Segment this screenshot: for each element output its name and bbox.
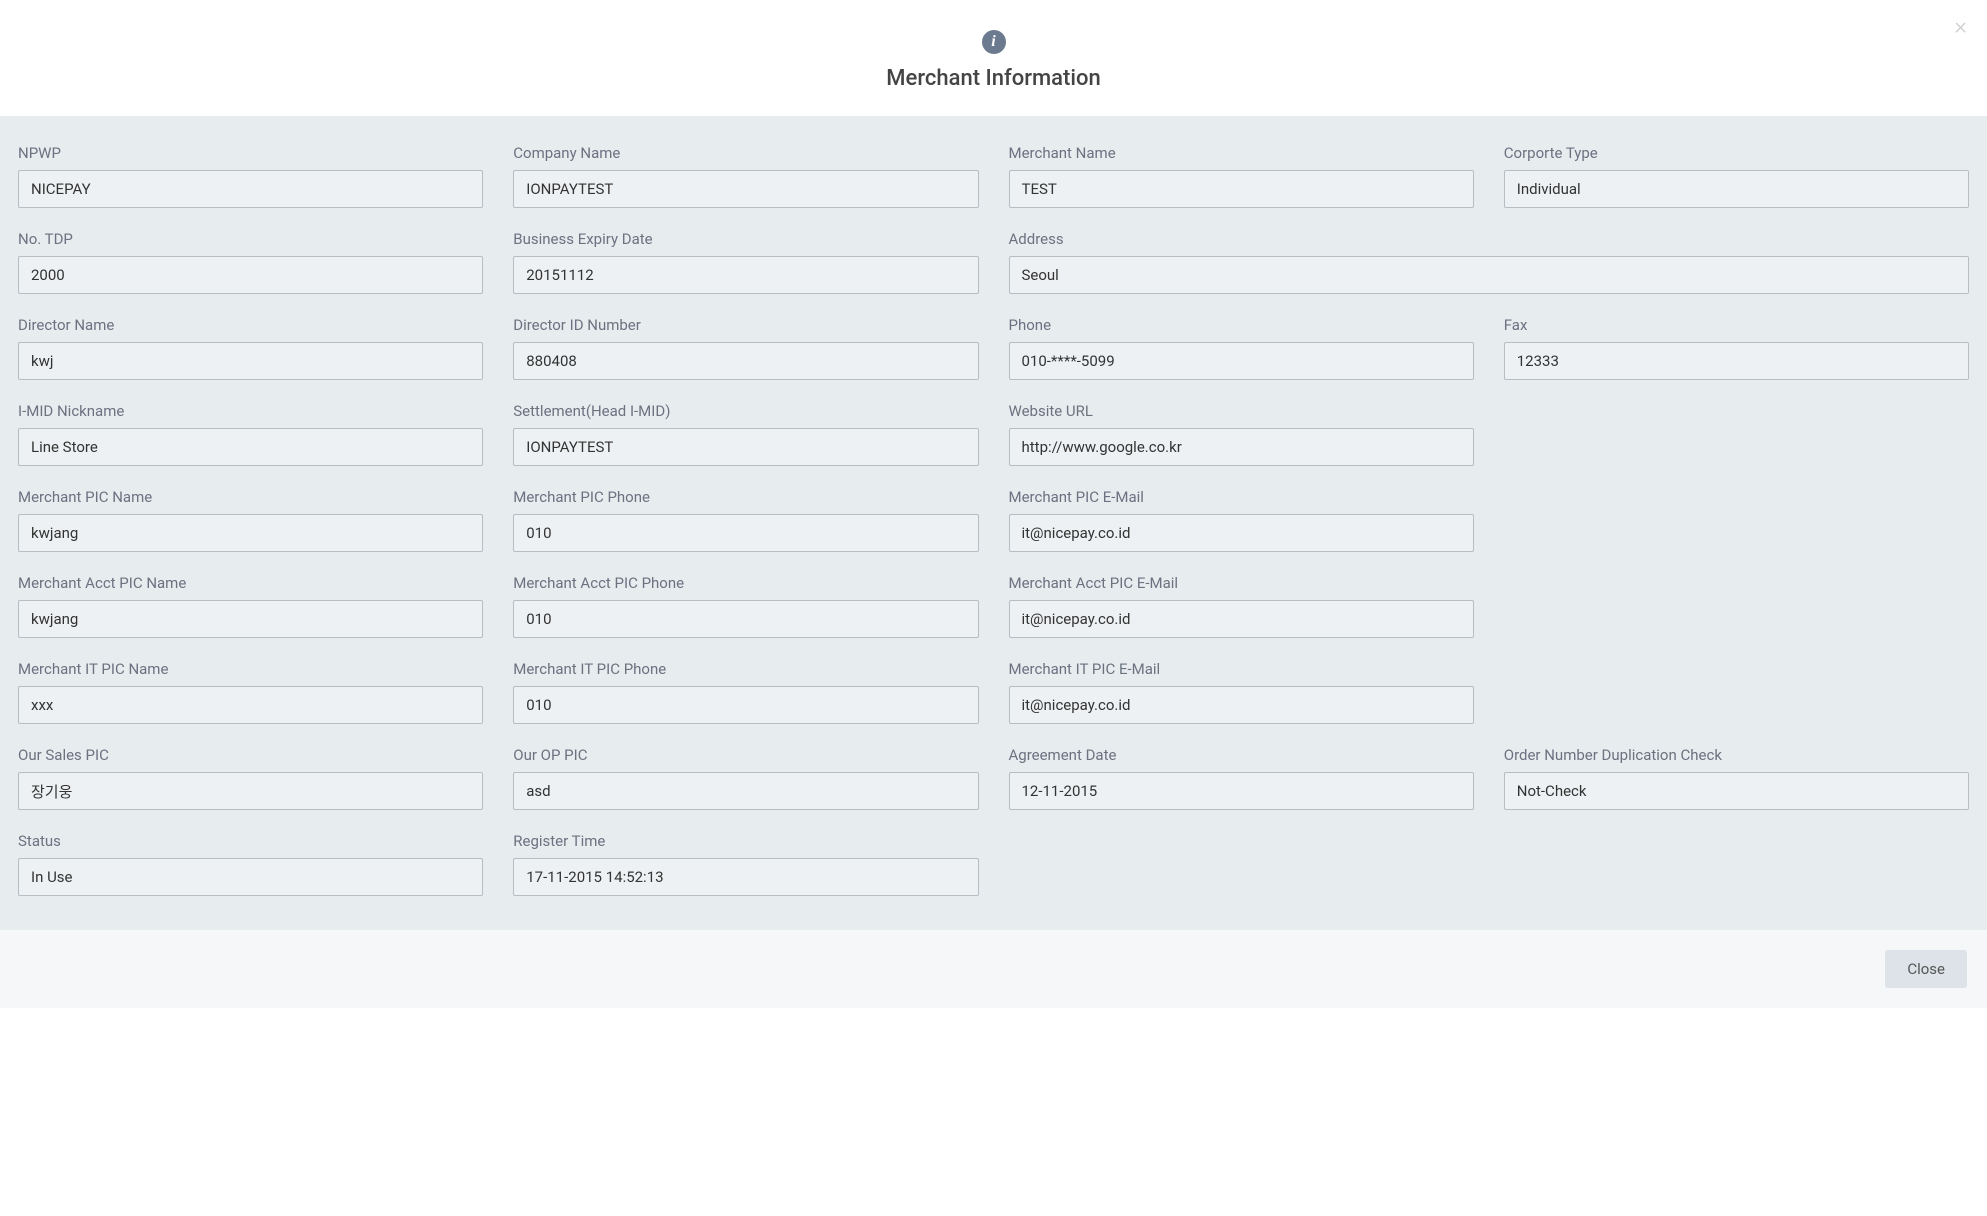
input-merchant-it-pic-name[interactable]: [18, 686, 483, 724]
label-website-url: Website URL: [1009, 402, 1474, 420]
label-npwp: NPWP: [18, 144, 483, 162]
label-merchant-it-pic-name: Merchant IT PIC Name: [18, 660, 483, 678]
label-merchant-acct-pic-name: Merchant Acct PIC Name: [18, 574, 483, 592]
field-merchant-pic-phone: Merchant PIC Phone: [513, 488, 978, 552]
field-merchant-it-pic-email: Merchant IT PIC E-Mail: [1009, 660, 1474, 724]
input-address[interactable]: [1009, 256, 1970, 294]
field-register-time: Register Time: [513, 832, 978, 896]
label-company-name: Company Name: [513, 144, 978, 162]
label-order-number-dup-check: Order Number Duplication Check: [1504, 746, 1969, 764]
label-our-sales-pic: Our Sales PIC: [18, 746, 483, 764]
label-director-name: Director Name: [18, 316, 483, 334]
label-fax: Fax: [1504, 316, 1969, 334]
label-merchant-it-pic-phone: Merchant IT PIC Phone: [513, 660, 978, 678]
label-corporate-type: Corporte Type: [1504, 144, 1969, 162]
field-merchant-acct-pic-phone: Merchant Acct PIC Phone: [513, 574, 978, 638]
input-corporate-type[interactable]: [1504, 170, 1969, 208]
label-merchant-name: Merchant Name: [1009, 144, 1474, 162]
close-button[interactable]: Close: [1885, 950, 1967, 988]
input-imid-nickname[interactable]: [18, 428, 483, 466]
field-imid-nickname: I-MID Nickname: [18, 402, 483, 466]
label-status: Status: [18, 832, 483, 850]
field-company-name: Company Name: [513, 144, 978, 208]
modal-footer: Close: [0, 930, 1987, 1008]
label-business-expiry-date: Business Expiry Date: [513, 230, 978, 248]
field-settlement-head-imid: Settlement(Head I-MID): [513, 402, 978, 466]
input-director-id-number[interactable]: [513, 342, 978, 380]
field-our-op-pic: Our OP PIC: [513, 746, 978, 810]
modal-header: × i Merchant Information: [0, 0, 1987, 116]
input-merchant-name[interactable]: [1009, 170, 1474, 208]
input-no-tdp[interactable]: [18, 256, 483, 294]
field-npwp: NPWP: [18, 144, 483, 208]
label-our-op-pic: Our OP PIC: [513, 746, 978, 764]
field-merchant-acct-pic-name: Merchant Acct PIC Name: [18, 574, 483, 638]
close-icon[interactable]: ×: [1954, 14, 1967, 38]
label-agreement-date: Agreement Date: [1009, 746, 1474, 764]
label-merchant-pic-phone: Merchant PIC Phone: [513, 488, 978, 506]
input-merchant-it-pic-phone[interactable]: [513, 686, 978, 724]
field-no-tdp: No. TDP: [18, 230, 483, 294]
label-merchant-it-pic-email: Merchant IT PIC E-Mail: [1009, 660, 1474, 678]
input-merchant-it-pic-email[interactable]: [1009, 686, 1474, 724]
label-merchant-pic-name: Merchant PIC Name: [18, 488, 483, 506]
input-our-op-pic[interactable]: [513, 772, 978, 810]
field-director-name: Director Name: [18, 316, 483, 380]
input-our-sales-pic[interactable]: [18, 772, 483, 810]
field-merchant-pic-name: Merchant PIC Name: [18, 488, 483, 552]
label-register-time: Register Time: [513, 832, 978, 850]
label-address: Address: [1009, 230, 1970, 248]
field-merchant-it-pic-phone: Merchant IT PIC Phone: [513, 660, 978, 724]
input-status[interactable]: [18, 858, 483, 896]
field-director-id-number: Director ID Number: [513, 316, 978, 380]
label-phone: Phone: [1009, 316, 1474, 334]
field-fax: Fax: [1504, 316, 1969, 380]
input-phone[interactable]: [1009, 342, 1474, 380]
modal-title: Merchant Information: [20, 66, 1967, 91]
input-website-url[interactable]: [1009, 428, 1474, 466]
field-business-expiry-date: Business Expiry Date: [513, 230, 978, 294]
field-phone: Phone: [1009, 316, 1474, 380]
input-merchant-acct-pic-name[interactable]: [18, 600, 483, 638]
field-merchant-pic-email: Merchant PIC E-Mail: [1009, 488, 1474, 552]
input-merchant-pic-name[interactable]: [18, 514, 483, 552]
label-merchant-pic-email: Merchant PIC E-Mail: [1009, 488, 1474, 506]
label-merchant-acct-pic-phone: Merchant Acct PIC Phone: [513, 574, 978, 592]
input-settlement-head-imid[interactable]: [513, 428, 978, 466]
input-register-time[interactable]: [513, 858, 978, 896]
input-merchant-pic-email[interactable]: [1009, 514, 1474, 552]
field-corporate-type: Corporte Type: [1504, 144, 1969, 208]
input-npwp[interactable]: [18, 170, 483, 208]
label-imid-nickname: I-MID Nickname: [18, 402, 483, 420]
input-director-name[interactable]: [18, 342, 483, 380]
input-order-number-dup-check[interactable]: [1504, 772, 1969, 810]
input-agreement-date[interactable]: [1009, 772, 1474, 810]
field-address: Address: [1009, 230, 1970, 294]
field-merchant-it-pic-name: Merchant IT PIC Name: [18, 660, 483, 724]
input-fax[interactable]: [1504, 342, 1969, 380]
field-our-sales-pic: Our Sales PIC: [18, 746, 483, 810]
field-status: Status: [18, 832, 483, 896]
modal-body: NPWP Company Name Merchant Name Corporte…: [0, 116, 1987, 930]
input-business-expiry-date[interactable]: [513, 256, 978, 294]
input-merchant-pic-phone[interactable]: [513, 514, 978, 552]
field-order-number-dup-check: Order Number Duplication Check: [1504, 746, 1969, 810]
label-director-id-number: Director ID Number: [513, 316, 978, 334]
field-merchant-name: Merchant Name: [1009, 144, 1474, 208]
input-merchant-acct-pic-phone[interactable]: [513, 600, 978, 638]
label-merchant-acct-pic-email: Merchant Acct PIC E-Mail: [1009, 574, 1474, 592]
form-grid: NPWP Company Name Merchant Name Corporte…: [18, 144, 1969, 896]
field-website-url: Website URL: [1009, 402, 1474, 466]
field-merchant-acct-pic-email: Merchant Acct PIC E-Mail: [1009, 574, 1474, 638]
label-no-tdp: No. TDP: [18, 230, 483, 248]
field-agreement-date: Agreement Date: [1009, 746, 1474, 810]
input-merchant-acct-pic-email[interactable]: [1009, 600, 1474, 638]
label-settlement-head-imid: Settlement(Head I-MID): [513, 402, 978, 420]
input-company-name[interactable]: [513, 170, 978, 208]
info-icon: i: [982, 30, 1006, 54]
